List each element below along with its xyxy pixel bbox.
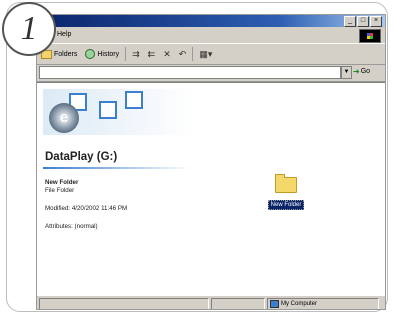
window-controls: _ □ × [344,16,382,27]
status-panel-main [39,298,209,309]
decorative-square [125,91,143,109]
folder-name-edit-field[interactable]: New Folder [267,200,305,210]
menu-help[interactable]: Help [57,31,71,38]
toolbar-separator [192,47,194,61]
undo-button[interactable]: ↶ [175,46,191,62]
drive-banner: e [43,89,193,139]
maximize-button[interactable]: □ [357,16,369,27]
delete-icon: ✕ [163,48,171,59]
title-bar[interactable]: _ □ × [37,15,385,27]
status-bar: My Computer [37,295,385,309]
minimize-button[interactable]: _ [344,16,356,27]
views-icon: ▦▾ [199,48,213,59]
selection-details: New Folder File Folder Modified: 4/20/20… [45,179,127,231]
address-bar: ▼ ➜ Go [37,64,385,82]
status-panel-size [211,298,265,309]
delete-button[interactable]: ✕ [159,46,175,62]
go-arrow-icon: ➜ [353,67,360,76]
drive-title: DataPlay (G:) [45,151,118,163]
views-button[interactable]: ▦▾ [195,46,216,62]
zone-label: My Computer [281,301,318,307]
address-dropdown-button[interactable]: ▼ [341,66,352,79]
close-button[interactable]: × [370,16,382,27]
go-button[interactable]: ➜ Go [353,67,370,76]
content-pane[interactable]: e DataPlay (G:) New Folder File Folder M… [37,82,385,295]
selected-item-name: New Folder [45,179,79,186]
selected-item-attributes: Attributes: (normal) [45,223,98,230]
status-panel-zone: My Computer [267,298,379,309]
folders-label: Folders [54,50,78,58]
step-number-badge: 1 [2,2,56,56]
folder-icon [275,174,297,193]
undo-icon: ↶ [178,48,187,59]
toolbar: Folders History ⇉ ⇇ ✕ ↶ ▦▾ [37,43,385,65]
selected-item-modified: Modified: 4/20/2002 11:46 PM [45,205,128,212]
selected-item-type: File Folder [45,187,75,194]
address-input[interactable] [39,66,341,79]
title-underline [43,167,191,169]
windows-logo-icon [359,29,381,43]
history-button[interactable]: History [81,46,123,62]
dataplay-disc-icon: e [49,103,79,133]
toolbar-separator [125,47,127,61]
new-folder-item[interactable]: New Folder [265,174,307,211]
go-label: Go [360,68,371,75]
history-icon [85,49,96,59]
explorer-window: _ □ × Help Folders History ⇉ ⇇ ✕ ↶ ▦▾ ▼ … [36,14,386,310]
my-computer-icon [270,300,279,308]
decorative-square [99,101,117,119]
history-label: History [97,50,120,58]
copy-to-button[interactable]: ⇇ [144,46,160,62]
copy-to-icon: ⇇ [147,48,156,59]
move-to-button[interactable]: ⇉ [128,46,144,62]
menu-bar: Help [37,28,385,43]
move-to-icon: ⇉ [132,48,140,59]
